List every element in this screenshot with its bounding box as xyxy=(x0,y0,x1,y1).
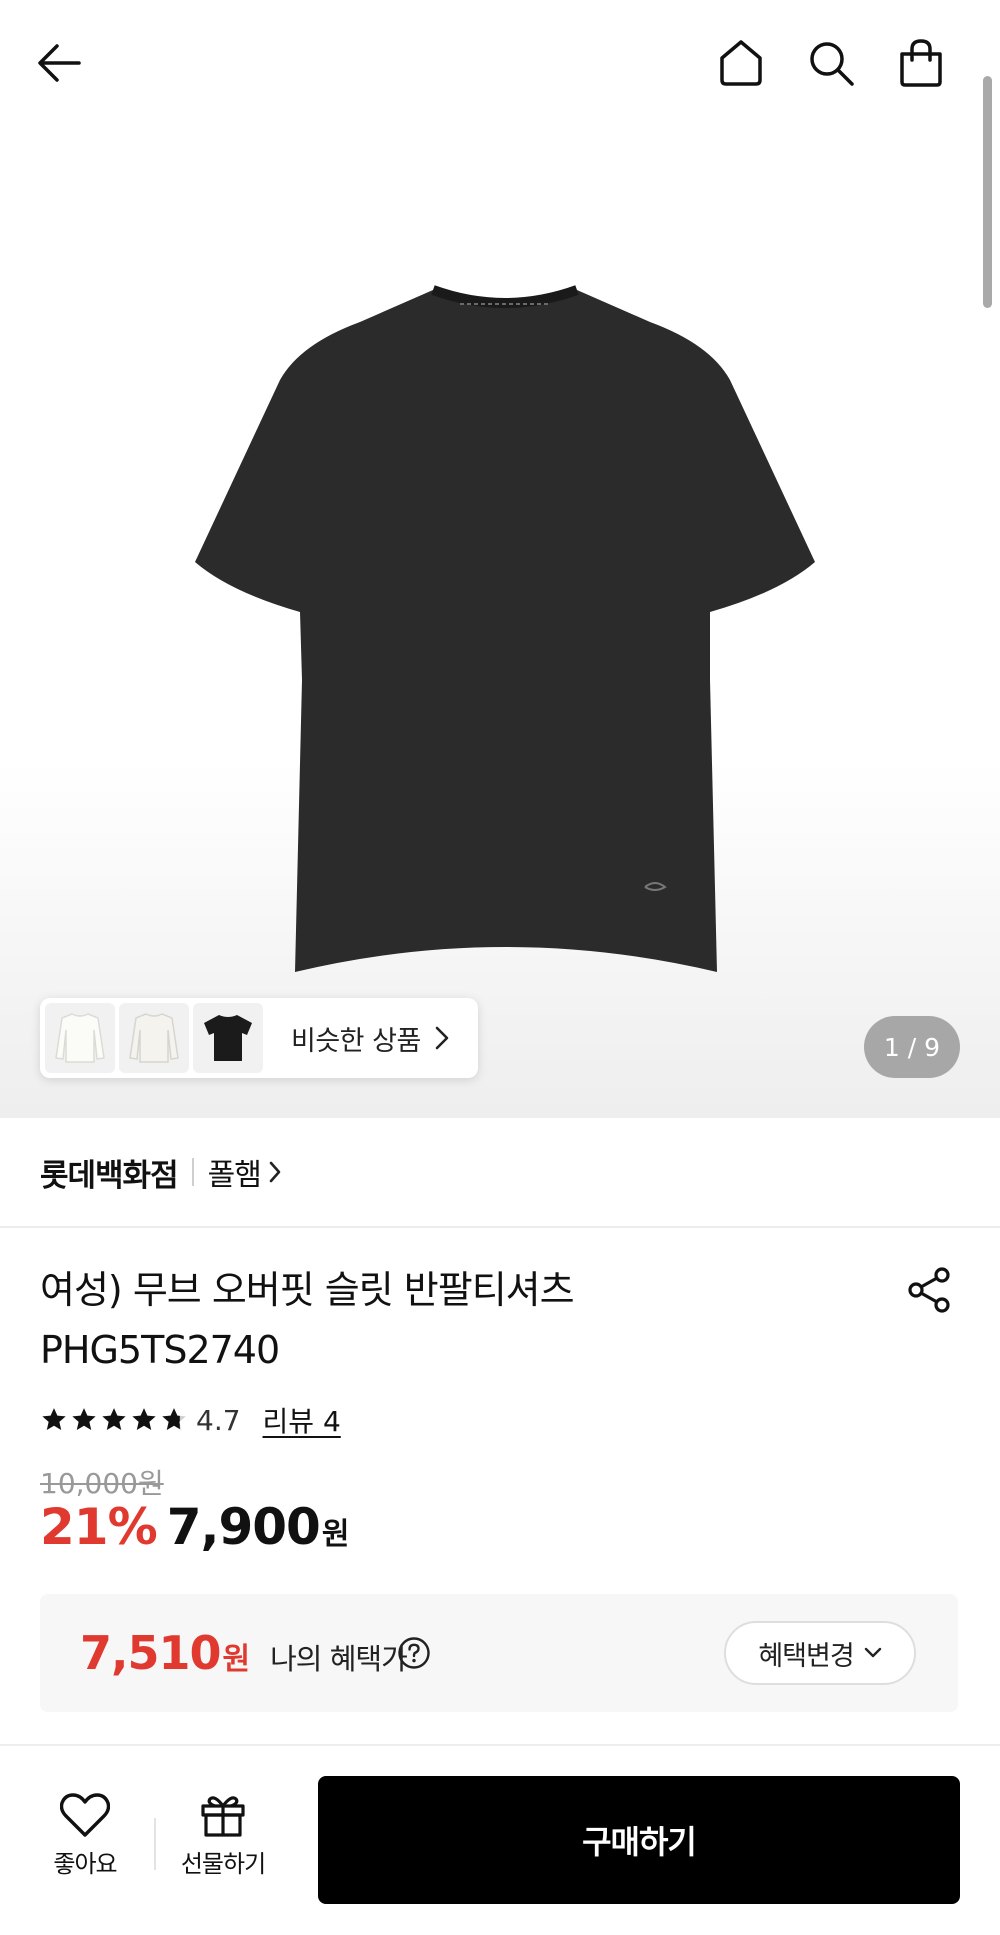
similar-thumb-white-longsleeve-2[interactable] xyxy=(119,1003,189,1073)
star-full-icon xyxy=(132,1408,156,1431)
rating-value: 4.7 xyxy=(196,1403,241,1437)
benefit-price: 7,510 원 나의 혜택가 xyxy=(80,1594,408,1712)
product-title-line2: PHG5TS2740 xyxy=(40,1328,280,1372)
similar-products-card[interactable]: 비슷한 상품 xyxy=(40,998,478,1078)
shopping-bag-icon xyxy=(900,39,942,87)
benefit-label: 나의 혜택가 xyxy=(270,1642,408,1676)
chevron-down-icon xyxy=(864,1647,881,1658)
benefit-amount: 7,510 xyxy=(80,1626,222,1680)
review-link[interactable]: 리뷰 4 xyxy=(263,1400,341,1440)
benefit-unit: 원 xyxy=(222,1642,251,1677)
product-image[interactable] xyxy=(190,282,820,982)
bar-divider xyxy=(154,1818,156,1870)
gift-icon xyxy=(201,1796,245,1837)
product-gallery[interactable]: 비슷한 상품 1 / 9 xyxy=(0,0,1000,1118)
product-title: 여성) 무브 오버핏 슬릿 반팔티셔츠 PHG5TS2740 xyxy=(40,1260,840,1380)
original-price: 10,000원 xyxy=(40,1467,164,1500)
page-scrollbar[interactable] xyxy=(983,76,992,308)
chevron-right-icon xyxy=(435,1026,449,1050)
rating-row: 4.7 리뷰 4 xyxy=(40,1398,341,1442)
star-full-icon xyxy=(72,1408,96,1431)
sale-price: 7,900 xyxy=(166,1498,321,1556)
star-rating xyxy=(40,1406,190,1434)
image-page-counter: 1 / 9 xyxy=(864,1016,960,1078)
similar-products-label: 비슷한 상품 xyxy=(291,1025,421,1057)
brand-divider xyxy=(191,1158,194,1186)
gift-label: 선물하기 xyxy=(180,1850,266,1878)
buy-label: 구매하기 xyxy=(582,1823,697,1861)
benefit-price-box: 7,510 원 나의 혜택가 혜택변경 xyxy=(40,1594,958,1712)
longsleeve-icon xyxy=(129,1013,179,1063)
help-icon[interactable] xyxy=(397,1636,431,1670)
back-arrow-icon xyxy=(38,44,81,82)
back-button[interactable] xyxy=(24,28,94,98)
search-icon xyxy=(810,42,854,86)
like-button[interactable]: 좋아요 xyxy=(30,1792,140,1892)
benefit-change-label: 혜택변경 xyxy=(758,1640,854,1672)
price-row: 21% 7,900 원 xyxy=(40,1498,349,1556)
discount-rate: 21% xyxy=(40,1498,158,1556)
bottom-action-bar: 좋아요 선물하기 구매하기 xyxy=(0,1744,1000,1935)
home-button[interactable] xyxy=(706,28,776,98)
share-icon xyxy=(908,1267,950,1313)
longsleeve-icon xyxy=(55,1013,105,1063)
product-title-line1: 여성) 무브 오버핏 슬릿 반팔티셔츠 xyxy=(40,1268,575,1312)
similar-thumb-black-tshirt[interactable] xyxy=(193,1003,263,1073)
home-icon xyxy=(720,40,762,86)
star-partial-icon xyxy=(162,1408,186,1431)
store-name: 롯데백화점 xyxy=(40,1157,179,1194)
buy-button[interactable]: 구매하기 xyxy=(318,1776,960,1904)
brand-name: 폴햄 xyxy=(207,1158,262,1193)
brand-row: 롯데백화점 폴햄 xyxy=(0,1118,1000,1228)
star-full-icon xyxy=(102,1408,126,1431)
sale-price-unit: 원 xyxy=(321,1517,350,1552)
similar-thumb-white-longsleeve-1[interactable] xyxy=(45,1003,115,1073)
heart-icon xyxy=(60,1793,110,1837)
benefit-change-button[interactable]: 혜택변경 xyxy=(724,1621,916,1685)
like-label: 좋아요 xyxy=(53,1850,117,1878)
search-button[interactable] xyxy=(796,28,866,98)
tshirt-icon xyxy=(204,1015,252,1061)
chevron-right-icon xyxy=(269,1161,281,1183)
star-full-icon xyxy=(42,1408,66,1431)
cart-button[interactable] xyxy=(886,28,956,98)
share-button[interactable] xyxy=(895,1255,965,1325)
brand-link[interactable]: 폴햄 xyxy=(208,1150,281,1194)
gift-button[interactable]: 선물하기 xyxy=(168,1792,278,1892)
